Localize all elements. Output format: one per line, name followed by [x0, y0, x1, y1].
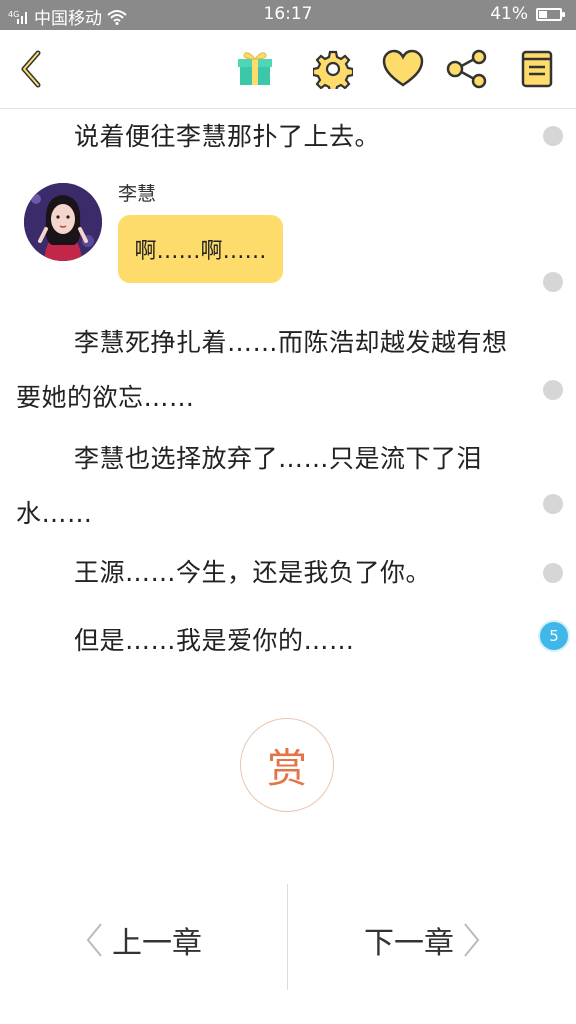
avatar — [24, 183, 102, 261]
dialogue-comment-dot[interactable] — [543, 272, 563, 292]
prev-chapter-label: 上一章 — [112, 926, 202, 961]
battery-percent: 41% — [490, 4, 528, 24]
story-paragraph: 说着便往李慧那扑了上去。 — [74, 122, 381, 151]
share-icon — [446, 49, 487, 89]
paragraph-comment-dot[interactable] — [543, 126, 563, 146]
story-paragraph: 李慧死挣扎着……而陈浩却越发越有想要她的欲忘…… — [16, 328, 508, 412]
avatar-portrait — [24, 183, 102, 261]
battery-icon — [536, 7, 565, 21]
gift-icon — [238, 52, 272, 85]
chevron-right-icon — [464, 923, 480, 957]
back-button[interactable] — [8, 46, 54, 92]
share-button[interactable] — [444, 46, 490, 92]
story-paragraph: 李慧也选择放弃了……只是流下了泪水…… — [16, 444, 483, 528]
book-icon — [521, 50, 553, 88]
chevron-left-icon — [86, 923, 102, 957]
dialogue-speaker: 李慧 — [118, 183, 157, 205]
next-chapter-label: 下一章 — [364, 926, 454, 961]
next-chapter-button[interactable]: 下一章 — [364, 910, 482, 970]
status-right: 41% — [490, 4, 565, 24]
reward-button[interactable]: 赏 — [240, 718, 334, 812]
paragraph-comment-count[interactable]: 5 — [538, 620, 570, 652]
catalog-button[interactable] — [514, 46, 560, 92]
favorite-button[interactable] — [380, 46, 426, 92]
reader-toolbar — [0, 30, 576, 109]
status-bar: 4G 中国移动 16:17 41% — [0, 0, 576, 30]
story-paragraph: 但是……我是爱你的…… — [74, 626, 355, 655]
settings-button[interactable] — [310, 46, 356, 92]
back-icon — [21, 50, 41, 88]
nav-divider — [287, 884, 288, 990]
settings-gear-icon — [313, 50, 353, 89]
prev-chapter-button[interactable]: 上一章 — [84, 910, 202, 970]
battery-fill — [539, 10, 547, 18]
chapter-navigation: 上一章 下一章 — [0, 880, 576, 1000]
paragraph-comment-dot[interactable] — [543, 494, 563, 514]
gift-button[interactable] — [232, 46, 278, 92]
reader-screen: 4G 中国移动 16:17 41% 说着便往李慧那扑了上去。 李慧 啊……啊……… — [0, 0, 576, 1024]
paragraph-comment-dot[interactable] — [543, 380, 563, 400]
story-paragraph: 王源……今生，还是我负了你。 — [74, 558, 432, 587]
paragraph-comment-dot[interactable] — [543, 563, 563, 583]
dialogue-bubble: 啊……啊…… — [118, 215, 283, 283]
heart-icon — [382, 49, 424, 87]
